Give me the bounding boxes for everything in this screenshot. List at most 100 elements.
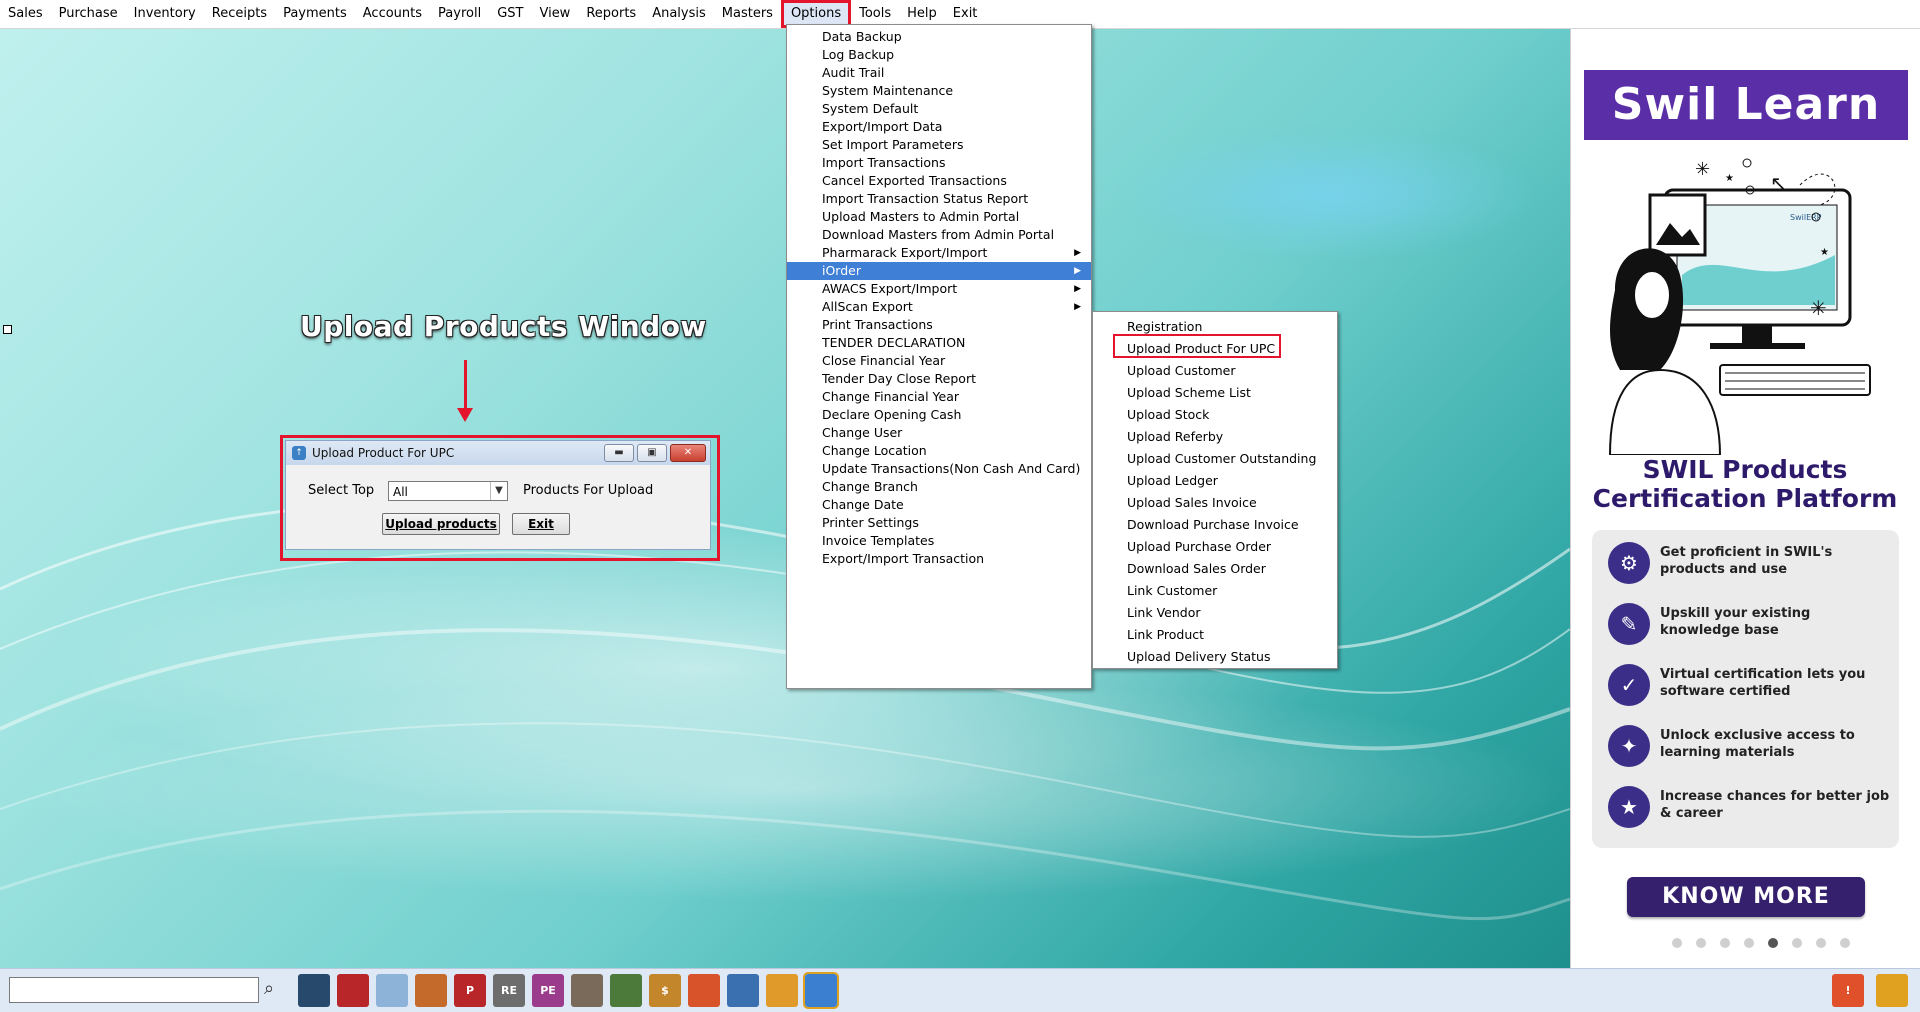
options-item-audit-trail[interactable]: Audit Trail (787, 64, 1091, 82)
iorder-item-upload-referby[interactable]: Upload Referby (1093, 426, 1337, 448)
iorder-item-download-sales-order[interactable]: Download Sales Order (1093, 558, 1337, 580)
options-item-export-import-transaction[interactable]: Export/Import Transaction (787, 550, 1091, 568)
carousel-dot[interactable] (1792, 938, 1802, 948)
receipt-icon[interactable]: RE (493, 974, 525, 1007)
options-item-allscan-export[interactable]: AllScan Export ▶ (787, 298, 1091, 316)
resize-handle[interactable] (3, 325, 12, 334)
chevron-down-icon[interactable]: ▼ (490, 482, 507, 500)
carousel-dot[interactable] (1696, 938, 1706, 948)
iorder-item-upload-sales-invoice[interactable]: Upload Sales Invoice (1093, 492, 1337, 514)
documents-icon[interactable] (803, 972, 839, 1009)
options-item-export-import-data[interactable]: Export/Import Data (787, 118, 1091, 136)
maximize-icon[interactable]: ▣ (637, 444, 667, 462)
options-item-change-date[interactable]: Change Date (787, 496, 1091, 514)
options-item-change-user[interactable]: Change User (787, 424, 1091, 442)
options-item-awacs-export-import[interactable]: AWACS Export/Import ▶ (787, 280, 1091, 298)
options-item-iorder[interactable]: iOrder ▶ (787, 262, 1091, 280)
iorder-item-link-product[interactable]: Link Product (1093, 624, 1337, 646)
options-item-update-transactions-non-cash-and-card[interactable]: Update Transactions(Non Cash And Card) (787, 460, 1091, 478)
iorder-item-link-vendor[interactable]: Link Vendor (1093, 602, 1337, 624)
options-item-log-backup[interactable]: Log Backup (787, 46, 1091, 64)
report-book-icon[interactable] (337, 974, 369, 1007)
carousel-dot[interactable] (1720, 938, 1730, 948)
menu-view[interactable]: View (531, 2, 578, 26)
options-item-change-location[interactable]: Change Location (787, 442, 1091, 460)
options-item-system-default[interactable]: System Default (787, 100, 1091, 118)
options-item-label: Audit Trail (822, 65, 885, 80)
options-item-data-backup[interactable]: Data Backup (787, 28, 1091, 46)
iorder-item-upload-customer-outstanding[interactable]: Upload Customer Outstanding (1093, 448, 1337, 470)
know-more-button[interactable]: KNOW MORE (1627, 877, 1865, 917)
menu-inventory[interactable]: Inventory (126, 2, 204, 26)
options-item-printer-settings[interactable]: Printer Settings (787, 514, 1091, 532)
carousel-dot[interactable] (1768, 938, 1778, 948)
window-titlebar[interactable]: ↑ Upload Product For UPC ▬ ▣ ✕ (286, 441, 710, 465)
options-item-pharmarack-export-import[interactable]: Pharmarack Export/Import ▶ (787, 244, 1091, 262)
minimize-icon[interactable]: ▬ (604, 444, 634, 462)
menu-options[interactable]: Options (780, 0, 852, 28)
iorder-item-upload-customer[interactable]: Upload Customer (1093, 360, 1337, 382)
menu-accounts[interactable]: Accounts (355, 2, 430, 26)
options-item-tender-day-close-report[interactable]: Tender Day Close Report (787, 370, 1091, 388)
menu-purchase[interactable]: Purchase (51, 2, 126, 26)
iorder-item-upload-delivery-status[interactable]: Upload Delivery Status (1093, 646, 1337, 668)
ledger-icon[interactable] (298, 974, 330, 1007)
options-item-change-financial-year[interactable]: Change Financial Year (787, 388, 1091, 406)
carousel-dot[interactable] (1744, 938, 1754, 948)
options-item-label: Change Location (822, 443, 927, 458)
close-icon[interactable]: ✕ (670, 444, 706, 462)
options-item-set-import-parameters[interactable]: Set Import Parameters (787, 136, 1091, 154)
menu-tools[interactable]: Tools (851, 2, 899, 26)
purchase-entry-icon[interactable]: PE (532, 974, 564, 1007)
carousel-dot[interactable] (1840, 938, 1850, 948)
options-item-change-branch[interactable]: Change Branch (787, 478, 1091, 496)
upload-products-button[interactable]: Upload products (382, 513, 500, 535)
person-box-icon[interactable] (571, 974, 603, 1007)
options-item-invoice-templates[interactable]: Invoice Templates (787, 532, 1091, 550)
iorder-item-upload-ledger[interactable]: Upload Ledger (1093, 470, 1337, 492)
money-bag-icon[interactable]: $ (649, 974, 681, 1007)
pdf-icon[interactable]: P (454, 974, 486, 1007)
options-item-tender-declaration[interactable]: TENDER DECLARATION (787, 334, 1091, 352)
menu-masters[interactable]: Masters (714, 2, 781, 26)
shapes-icon[interactable] (688, 974, 720, 1007)
options-item-label: Upload Masters to Admin Portal (822, 209, 1020, 224)
menu-sales[interactable]: Sales (0, 2, 51, 26)
menu-analysis[interactable]: Analysis (644, 2, 714, 26)
product-icon[interactable] (415, 974, 447, 1007)
search-icon[interactable]: ⌕ (264, 978, 274, 999)
menu-help[interactable]: Help (899, 2, 945, 26)
iorder-item-download-purchase-invoice[interactable]: Download Purchase Invoice (1093, 514, 1337, 536)
iorder-item-link-customer[interactable]: Link Customer (1093, 580, 1337, 602)
menu-receipts[interactable]: Receipts (204, 2, 275, 26)
taskbar-search-input[interactable] (9, 977, 259, 1003)
upload-person-icon[interactable] (376, 974, 408, 1007)
menu-reports[interactable]: Reports (578, 2, 644, 26)
options-item-close-financial-year[interactable]: Close Financial Year (787, 352, 1091, 370)
options-item-print-transactions[interactable]: Print Transactions (787, 316, 1091, 334)
options-item-system-maintenance[interactable]: System Maintenance (787, 82, 1091, 100)
menu-payments[interactable]: Payments (275, 2, 355, 26)
menu-gst[interactable]: GST (489, 2, 531, 26)
options-item-import-transactions[interactable]: Import Transactions (787, 154, 1091, 172)
iorder-item-upload-scheme-list[interactable]: Upload Scheme List (1093, 382, 1337, 404)
options-item-upload-masters-to-admin-portal[interactable]: Upload Masters to Admin Portal (787, 208, 1091, 226)
notification-bell-icon[interactable] (1876, 974, 1908, 1007)
boxes-icon[interactable] (766, 974, 798, 1007)
options-item-download-masters-from-admin-portal[interactable]: Download Masters from Admin Portal (787, 226, 1091, 244)
iorder-item-upload-purchase-order[interactable]: Upload Purchase Order (1093, 536, 1337, 558)
options-item-cancel-exported-transactions[interactable]: Cancel Exported Transactions (787, 172, 1091, 190)
printer-icon[interactable] (727, 974, 759, 1007)
exit-button[interactable]: Exit (512, 513, 570, 535)
menu-exit[interactable]: Exit (945, 2, 986, 26)
options-item-declare-opening-cash[interactable]: Declare Opening Cash (787, 406, 1091, 424)
chevron-right-icon: ▶ (1074, 302, 1081, 312)
select-top-dropdown[interactable]: All ▼ (388, 481, 508, 501)
carousel-dot[interactable] (1816, 938, 1826, 948)
iorder-item-upload-stock[interactable]: Upload Stock (1093, 404, 1337, 426)
announcement-icon[interactable]: ! (1832, 974, 1864, 1007)
menu-payroll[interactable]: Payroll (430, 2, 489, 26)
options-item-import-transaction-status-report[interactable]: Import Transaction Status Report (787, 190, 1091, 208)
carousel-dot[interactable] (1672, 938, 1682, 948)
inventory-icon[interactable] (610, 974, 642, 1007)
